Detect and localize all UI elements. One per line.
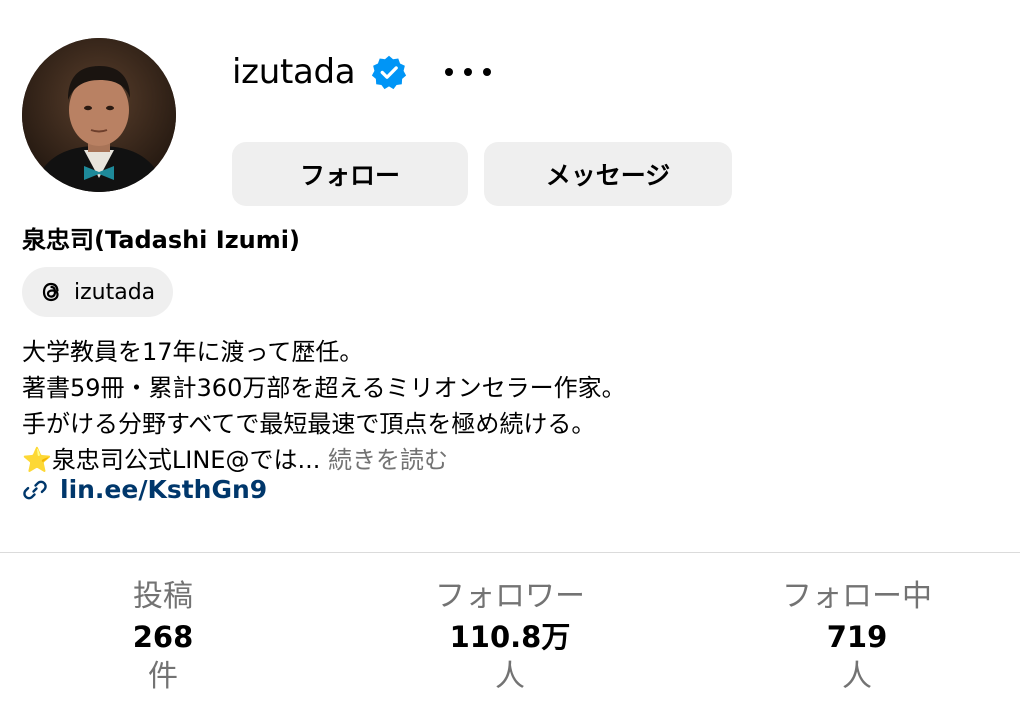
star-emoji-icon: ⭐️ [22,446,52,474]
dot-icon [445,68,454,76]
link-text: lin.ee/KsthGn9 [60,475,268,504]
more-options-icon[interactable] [445,62,492,82]
stat-label: 投稿 [133,579,193,614]
profile-username: izutada [232,52,356,92]
avatar-photo [22,38,176,192]
bio-line-last: ⭐️泉忠司公式LINE@では... 続きを読む [22,442,1002,478]
stat-followers[interactable]: フォロワー 110.8万 人 [400,576,620,698]
link-icon [22,477,48,503]
stat-unit: 件 [148,659,178,694]
stat-unit: 人 [842,659,872,694]
bio-line: 大学教員を17年に渡って歴任。 [22,338,364,366]
dot-icon [464,68,473,76]
bio-line: 手がける分野すべてで最短最速で頂点を極め続ける。 [22,410,596,438]
dot-icon [483,68,492,76]
stats-divider [0,552,1020,553]
stat-label: フォロワー [435,579,585,614]
read-more-link[interactable]: 続きを読む [328,446,448,474]
threads-icon [36,277,66,307]
stat-value: 110.8万 [449,620,571,654]
profile-header-row: izutada [232,50,492,94]
verified-badge-icon [371,54,407,90]
stat-label: フォロー中 [782,579,932,614]
threads-handle: izutada [74,279,156,305]
profile-stats: 投稿 268 件 フォロワー 110.8万 人 フォロー中 719 人 [0,576,1020,706]
stat-posts[interactable]: 投稿 268 件 [53,576,273,698]
profile-external-link[interactable]: lin.ee/KsthGn9 [22,475,267,504]
stat-unit: 人 [495,659,525,694]
bio-line: 著書59冊・累計360万部を超えるミリオンセラー作家。 [22,374,626,402]
message-button[interactable]: メッセージ [484,142,732,206]
profile-display-name: 泉忠司(Tadashi Izumi) [22,226,300,254]
profile-avatar[interactable] [22,38,176,192]
threads-badge[interactable]: izutada [22,267,174,317]
stat-following[interactable]: フォロー中 719 人 [747,576,967,698]
profile-bio: 大学教員を17年に渡って歴任。 著書59冊・累計360万部を超えるミリオンセラー… [22,334,1002,478]
stat-value: 268 [132,620,194,654]
bio-line-text: 泉忠司公式LINE@では... [51,446,321,474]
follow-button[interactable]: フォロー [232,142,468,206]
profile-page: izutada フォロー メッセージ 泉忠司(Tadashi Izumi) iz… [0,0,1020,728]
stat-value: 719 [826,620,888,654]
